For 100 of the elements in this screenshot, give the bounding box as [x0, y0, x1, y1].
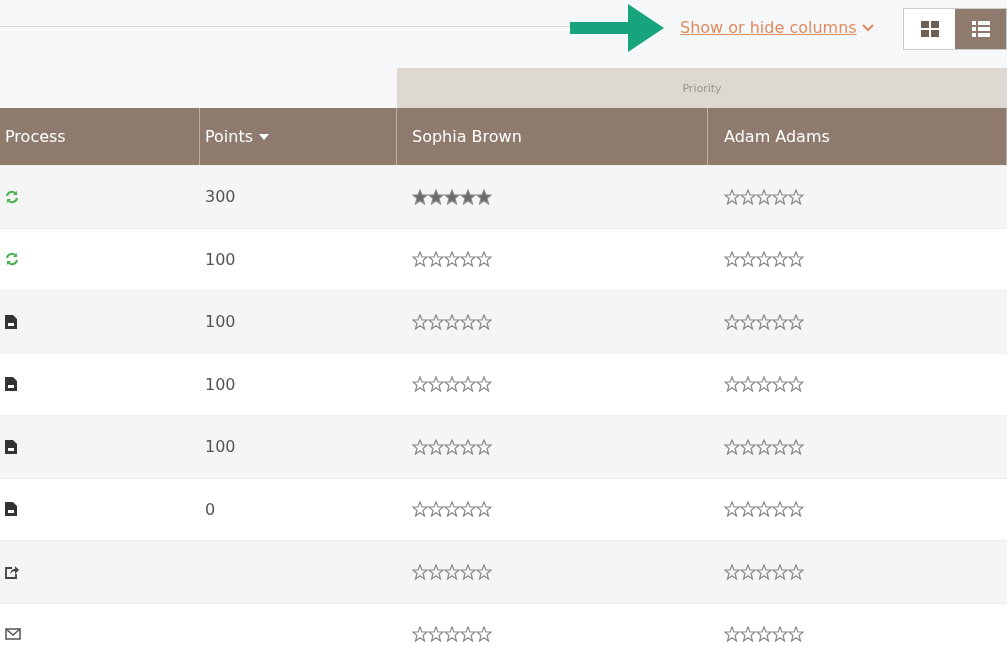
empty-star-icon [756, 251, 772, 268]
column-header[interactable]: Sophia Brown [397, 108, 708, 165]
empty-star-icon [772, 376, 788, 393]
empty-star-icon [476, 501, 492, 518]
empty-star-icon [444, 251, 460, 268]
empty-star-icon [412, 626, 428, 643]
empty-star-icon [460, 313, 476, 330]
empty-star-icon [428, 313, 444, 330]
empty-star-icon [756, 626, 772, 643]
empty-star-icon [788, 563, 804, 580]
empty-star-icon [476, 438, 492, 455]
star-rating[interactable] [724, 251, 804, 268]
star-rating[interactable] [724, 376, 804, 393]
empty-star-icon [756, 501, 772, 518]
empty-star-icon [772, 563, 788, 580]
sync-icon [5, 189, 19, 204]
empty-star-icon [740, 626, 756, 643]
star-rating[interactable] [724, 188, 804, 205]
document-icon [5, 439, 17, 454]
star-rating[interactable] [724, 626, 804, 643]
star-rating[interactable] [724, 563, 804, 580]
sync-icon [5, 252, 19, 267]
filled-star-icon [412, 188, 428, 205]
filled-star-icon [428, 188, 444, 205]
empty-star-icon [756, 188, 772, 205]
empty-star-icon [460, 251, 476, 268]
empty-star-icon [444, 626, 460, 643]
empty-star-icon [428, 501, 444, 518]
empty-star-icon [740, 376, 756, 393]
empty-star-icon [460, 438, 476, 455]
empty-star-icon [412, 313, 428, 330]
empty-star-icon [740, 313, 756, 330]
document-icon [5, 314, 17, 329]
grid-view-button[interactable] [904, 9, 955, 49]
points-value: 100 [205, 374, 236, 394]
grid-icon [920, 21, 939, 37]
show-hide-columns-link[interactable]: Show or hide columns [680, 18, 875, 37]
star-rating[interactable] [412, 313, 492, 330]
arrow-icon [570, 2, 666, 54]
empty-star-icon [788, 376, 804, 393]
empty-star-icon [756, 313, 772, 330]
filled-star-icon [476, 188, 492, 205]
mail-icon [5, 628, 21, 641]
empty-star-icon [476, 626, 492, 643]
empty-star-icon [412, 563, 428, 580]
empty-star-icon [428, 438, 444, 455]
empty-star-icon [444, 438, 460, 455]
column-header[interactable]: Adam Adams [708, 108, 1007, 165]
empty-star-icon [788, 251, 804, 268]
empty-star-icon [740, 563, 756, 580]
empty-star-icon [428, 563, 444, 580]
empty-star-icon [772, 438, 788, 455]
column-header[interactable]: Process [0, 108, 200, 165]
points-value: 300 [205, 187, 236, 207]
empty-star-icon [444, 563, 460, 580]
empty-star-icon [772, 626, 788, 643]
share-icon [5, 564, 19, 579]
empty-star-icon [772, 188, 788, 205]
empty-star-icon [412, 376, 428, 393]
empty-star-icon [772, 313, 788, 330]
empty-star-icon [724, 251, 740, 268]
empty-star-icon [476, 376, 492, 393]
filled-star-icon [460, 188, 476, 205]
star-rating[interactable] [724, 438, 804, 455]
empty-star-icon [428, 251, 444, 268]
star-rating[interactable] [412, 188, 492, 205]
star-rating[interactable] [412, 376, 492, 393]
empty-star-icon [476, 313, 492, 330]
empty-star-icon [460, 563, 476, 580]
empty-star-icon [412, 501, 428, 518]
empty-star-icon [740, 188, 756, 205]
empty-star-icon [788, 313, 804, 330]
empty-star-icon [428, 376, 444, 393]
empty-star-icon [788, 438, 804, 455]
empty-star-icon [724, 626, 740, 643]
empty-star-icon [444, 376, 460, 393]
empty-star-icon [724, 501, 740, 518]
list-icon [971, 21, 990, 37]
chevron-down-icon [860, 22, 875, 33]
star-rating[interactable] [412, 438, 492, 455]
star-rating[interactable] [412, 501, 492, 518]
column-header[interactable]: Points [200, 108, 397, 165]
star-rating[interactable] [412, 251, 492, 268]
sort-caret-icon [259, 133, 270, 140]
list-view-button[interactable] [955, 9, 1006, 49]
empty-star-icon [412, 251, 428, 268]
star-rating[interactable] [724, 313, 804, 330]
empty-star-icon [756, 563, 772, 580]
empty-star-icon [460, 626, 476, 643]
empty-star-icon [772, 501, 788, 518]
star-rating[interactable] [724, 501, 804, 518]
empty-star-icon [724, 563, 740, 580]
points-value: 100 [205, 249, 236, 269]
document-icon [5, 377, 17, 392]
empty-star-icon [740, 251, 756, 268]
star-rating[interactable] [412, 626, 492, 643]
empty-star-icon [724, 313, 740, 330]
empty-star-icon [460, 501, 476, 518]
star-rating[interactable] [412, 563, 492, 580]
empty-star-icon [740, 438, 756, 455]
